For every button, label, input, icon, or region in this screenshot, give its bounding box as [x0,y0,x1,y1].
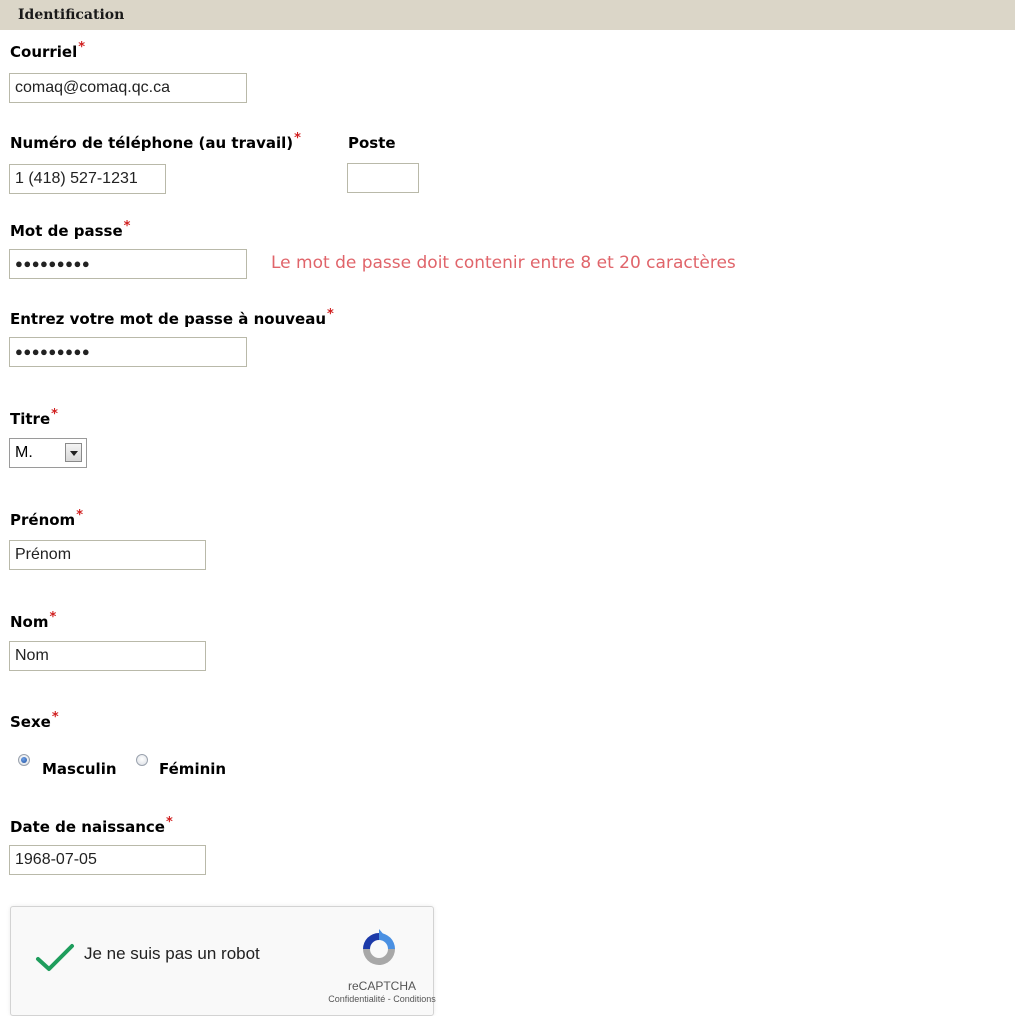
section-header: Identification [0,0,1015,30]
email-label: Courriel* [10,40,86,61]
required-marker: * [327,307,334,322]
section-title: Identification [18,7,125,23]
password-field[interactable]: ●●●●●●●●● [9,249,247,279]
first-name-field[interactable]: Prénom [9,540,206,570]
sex-label: Sexe* [10,710,59,731]
required-marker: * [165,815,173,830]
last-name-field[interactable]: Nom [9,641,206,671]
recaptcha-logo-icon [363,929,395,965]
recaptcha-label[interactable]: Je ne suis pas un robot [84,944,260,964]
password-confirm-field[interactable]: ●●●●●●●●● [9,337,247,367]
required-marker: * [51,710,59,725]
password-confirm-label: Entrez votre mot de passe à nouveau* [10,307,334,328]
checkmark-icon[interactable] [35,943,75,973]
title-select-value: M. [15,444,33,461]
last-name-label: Nom* [10,610,57,631]
recaptcha-brand: reCAPTCHA [347,979,416,993]
birth-date-field[interactable]: 1968-07-05 [9,845,206,875]
password-label: Mot de passe* [10,219,131,240]
required-marker: * [123,219,131,234]
phone-label: Numéro de téléphone (au travail)* [10,131,301,152]
radio-icon-masculin[interactable] [18,754,30,766]
title-label: Titre* [10,407,58,428]
required-marker: * [51,407,58,422]
title-select[interactable]: M. [9,438,87,468]
radio-icon-feminin[interactable] [136,754,148,766]
email-field[interactable]: comaq@comaq.qc.ca [9,73,247,103]
recaptcha-widget[interactable]: Je ne suis pas un robot reCAPTCHA Confid… [10,906,436,1016]
required-marker: * [49,610,57,625]
select-arrow-icon[interactable] [65,443,82,462]
extension-label: Poste [348,134,396,152]
recaptcha-terms-link[interactable]: Confidentialité - Conditions [325,994,439,1004]
radio-label-masculin[interactable]: Masculin [42,760,117,778]
radio-label-feminin[interactable]: Féminin [159,760,226,778]
first-name-label: Prénom* [10,508,83,529]
phone-field[interactable]: 1 (418) 527-1231 [9,164,166,194]
password-hint: Le mot de passe doit contenir entre 8 et… [271,253,736,273]
extension-field[interactable] [347,163,419,193]
birth-date-label: Date de naissance* [10,815,173,836]
required-marker: * [294,131,301,146]
required-marker: * [78,40,86,55]
required-marker: * [76,508,83,523]
